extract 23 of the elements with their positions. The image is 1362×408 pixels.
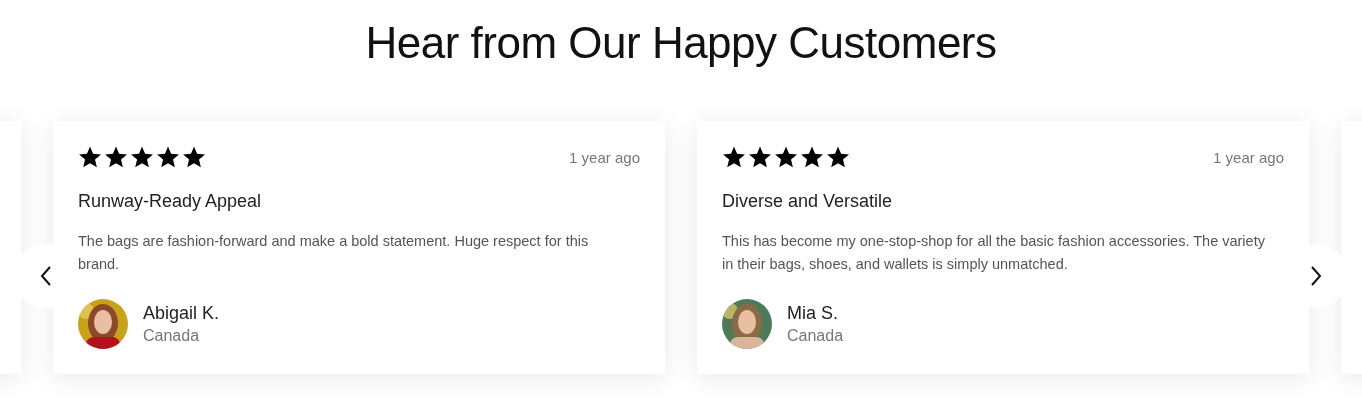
chevron-right-icon (1310, 266, 1322, 286)
reviewer-location: Canada (143, 327, 201, 345)
star-icon (722, 145, 746, 169)
review-text: The bags are fashion-forward and make a bold statement. Huge respect for this brand. (78, 232, 590, 274)
star-icon (748, 145, 772, 169)
star-icon (130, 145, 154, 169)
reviewer-name: Abigail K. (143, 303, 220, 324)
review-headline: Runway-Ready Appeal (78, 191, 263, 212)
review-time: 1 year ago (1213, 148, 1284, 166)
star-icon (774, 145, 798, 169)
star-icon (78, 145, 102, 169)
review-time: 1 year ago (569, 148, 640, 166)
chevron-left-icon (40, 266, 52, 286)
star-icon (182, 145, 206, 169)
star-icon (156, 145, 180, 169)
reviewer-name: Mia S. (787, 303, 839, 324)
star-icon (104, 145, 128, 169)
star-icon (800, 145, 824, 169)
section-title: Hear from Our Happy Customers (365, 18, 997, 69)
star-icon (826, 145, 850, 169)
review-text: This has become my one-stop-shop for all the basic fashion accessories. The variety in their bags, shoes, and wallets is simply unmatched. (722, 232, 1266, 274)
review-headline: Diverse and Versatile (722, 191, 894, 212)
reviewer-location: Canada (787, 327, 844, 345)
